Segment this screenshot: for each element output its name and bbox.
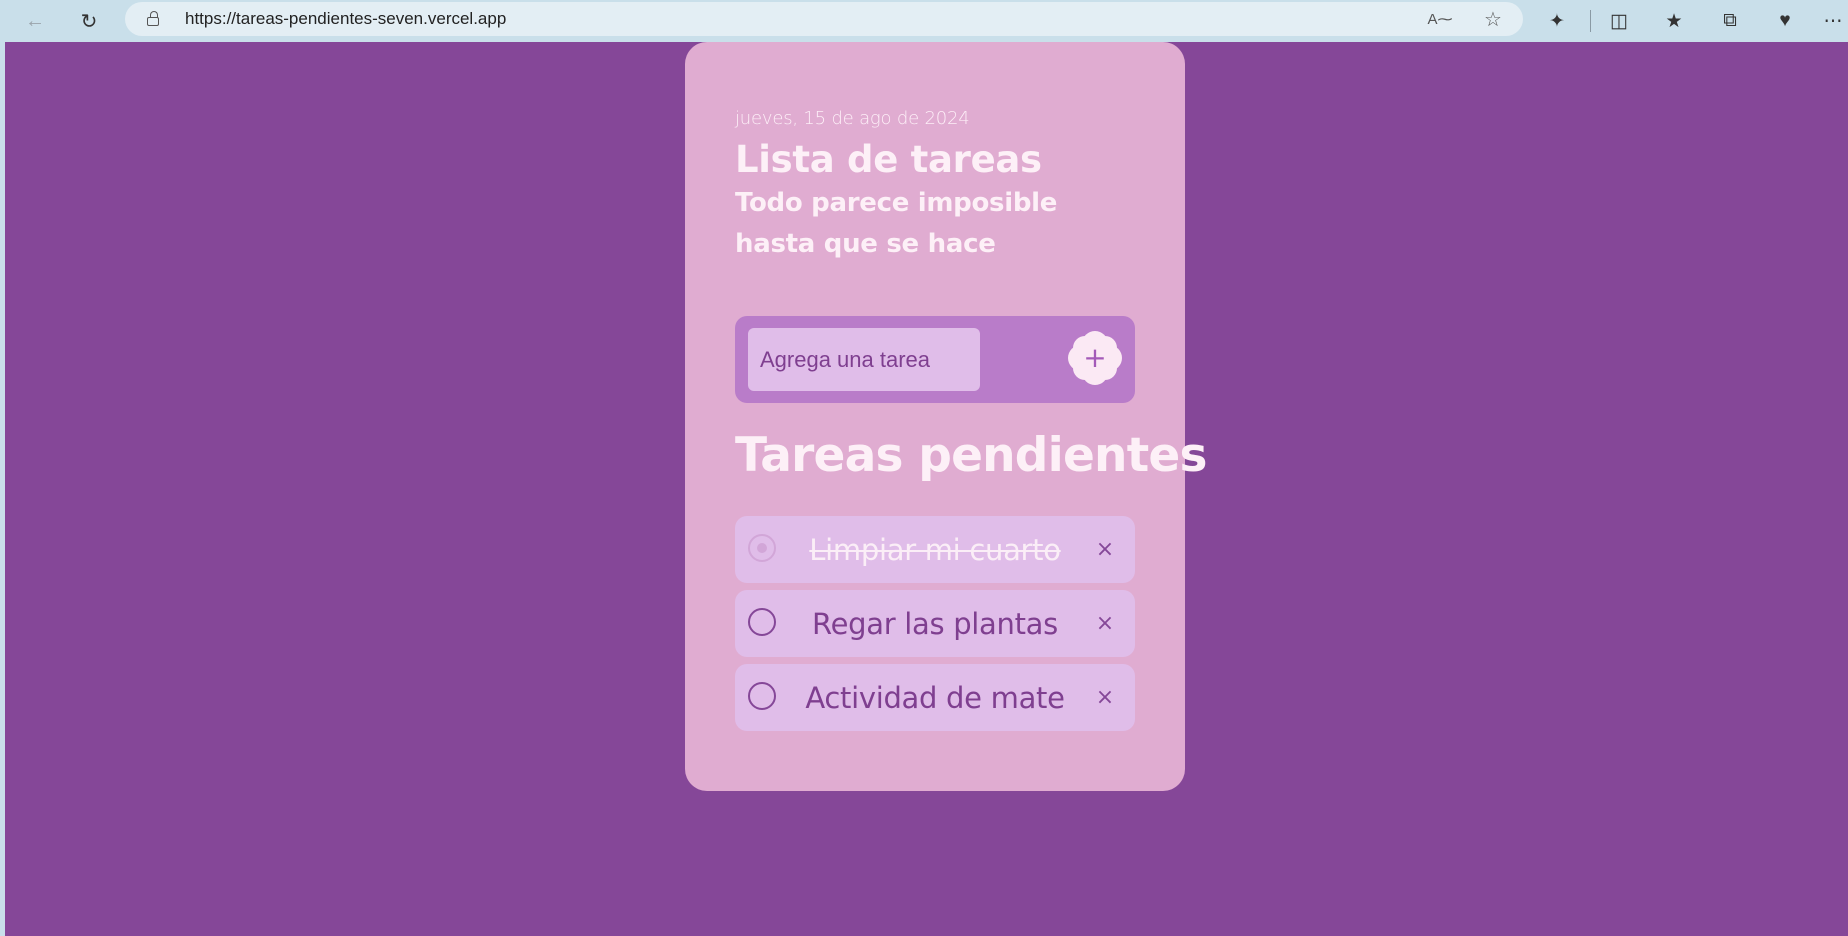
lock-icon[interactable] [147,11,161,27]
address-bar[interactable]: https://tareas-pendientes-seven.vercel.a… [125,2,1523,36]
task-checkbox[interactable] [748,682,776,710]
pending-tasks-heading: Tareas pendientes [735,428,1207,483]
task-checkbox[interactable] [748,608,776,636]
task-item: Actividad de mate × [735,664,1135,731]
delete-task-button[interactable]: × [1091,534,1119,564]
favorite-star-icon[interactable]: ☆ [1480,8,1506,31]
task-input[interactable] [748,328,980,391]
url-text[interactable]: https://tareas-pendientes-seven.vercel.a… [185,9,506,29]
task-item: Regar las plantas × [735,590,1135,657]
task-list: Limpiar mi cuarto × Regar las plantas × … [735,516,1135,738]
task-label: Actividad de mate [805,680,1065,715]
page-viewport: jueves, 15 de ago de 2024 Lista de tarea… [5,42,1848,936]
add-task-button[interactable]: + [1067,330,1123,386]
task-label: Limpiar mi cuarto [809,532,1061,567]
task-item: Limpiar mi cuarto × [735,516,1135,583]
collections-icon[interactable]: ⧉ [1713,6,1747,36]
add-task-form: + [735,316,1135,403]
more-icon[interactable]: ⋯ [1816,6,1848,36]
favorites-icon[interactable]: ★ [1657,6,1691,36]
task-label: Regar las plantas [812,606,1058,641]
motivational-subtitle: Todo parece imposible hasta que se hace [735,188,1058,259]
task-checkbox[interactable] [748,534,776,562]
delete-task-button[interactable]: × [1091,682,1119,712]
delete-task-button[interactable]: × [1091,608,1119,638]
back-arrow-icon[interactable]: ← [18,6,52,36]
browser-essentials-icon[interactable]: ♥ [1768,6,1802,36]
toolbar-divider [1590,10,1591,32]
reload-icon[interactable]: ↻ [72,6,106,36]
plus-icon: + [1083,341,1107,374]
read-aloud-icon[interactable]: A⁓ [1427,8,1453,30]
browser-toolbar: ← ↻ https://tareas-pendientes-seven.verc… [0,0,1848,42]
todo-card: jueves, 15 de ago de 2024 Lista de tarea… [685,42,1207,791]
extensions-icon[interactable]: ✦ [1540,6,1574,36]
card-content: jueves, 15 de ago de 2024 Lista de tarea… [735,108,1207,731]
page-title: Lista de tareas [735,138,1042,181]
current-date: jueves, 15 de ago de 2024 [735,108,970,129]
split-screen-icon[interactable]: ◫ [1602,6,1636,36]
